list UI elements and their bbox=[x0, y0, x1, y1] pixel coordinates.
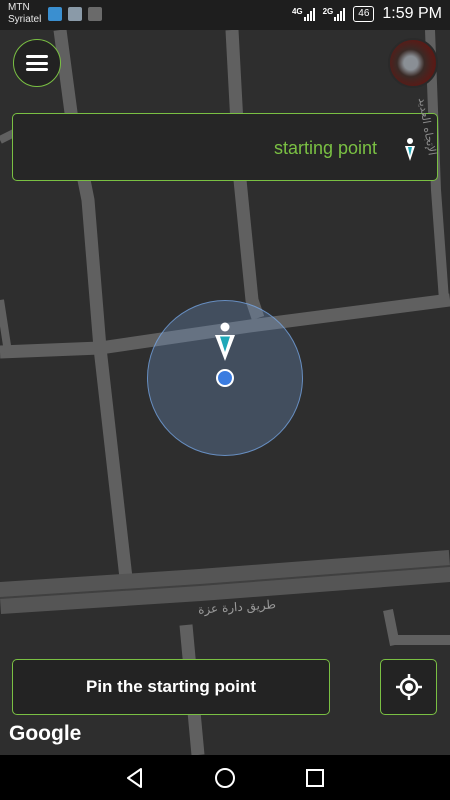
recents-square-icon bbox=[306, 768, 324, 787]
network-type-2: 2G bbox=[322, 7, 334, 16]
location-notification-icon bbox=[48, 7, 62, 21]
map-pin-icon bbox=[405, 138, 415, 161]
image-notification-icon bbox=[68, 7, 82, 21]
home-button[interactable] bbox=[205, 758, 245, 798]
network-type-1: 4G bbox=[291, 7, 303, 16]
my-location-button[interactable] bbox=[380, 659, 437, 715]
google-attribution: Google bbox=[9, 722, 82, 745]
hamburger-menu-icon bbox=[26, 55, 48, 71]
back-button[interactable] bbox=[115, 758, 155, 798]
carrier-1: MTN bbox=[8, 2, 30, 13]
signal-bars-icon bbox=[334, 7, 346, 21]
back-triangle-icon bbox=[127, 767, 142, 788]
photo-notification-icon bbox=[88, 7, 102, 21]
carrier-label: MTN Syriatel bbox=[8, 2, 41, 26]
starting-point-field[interactable]: starting point bbox=[12, 113, 438, 181]
signal-1: 4G bbox=[292, 7, 315, 21]
status-right: 4G 2G 46 1:59 PM bbox=[292, 5, 442, 23]
center-pin-icon bbox=[215, 322, 235, 361]
home-circle-icon bbox=[215, 767, 235, 788]
recents-button[interactable] bbox=[295, 758, 335, 798]
signal-bars-icon bbox=[303, 7, 315, 21]
user-avatar[interactable] bbox=[388, 38, 438, 88]
my-location-icon bbox=[395, 674, 422, 700]
signal-2: 2G bbox=[323, 7, 346, 21]
pin-starting-point-button[interactable]: Pin the starting point bbox=[12, 659, 330, 715]
status-bar: MTN Syriatel 4G 2G 46 1:59 PM bbox=[0, 0, 450, 30]
menu-button[interactable] bbox=[13, 39, 61, 87]
starting-point-label: starting point bbox=[273, 138, 377, 158]
notification-icons bbox=[48, 7, 102, 21]
carrier-2: Syriatel bbox=[8, 14, 42, 25]
current-location-dot bbox=[216, 369, 234, 387]
battery-icon: 46 bbox=[353, 6, 375, 22]
status-time: 1:59 PM bbox=[382, 5, 442, 22]
system-navigation-bar bbox=[0, 755, 450, 800]
